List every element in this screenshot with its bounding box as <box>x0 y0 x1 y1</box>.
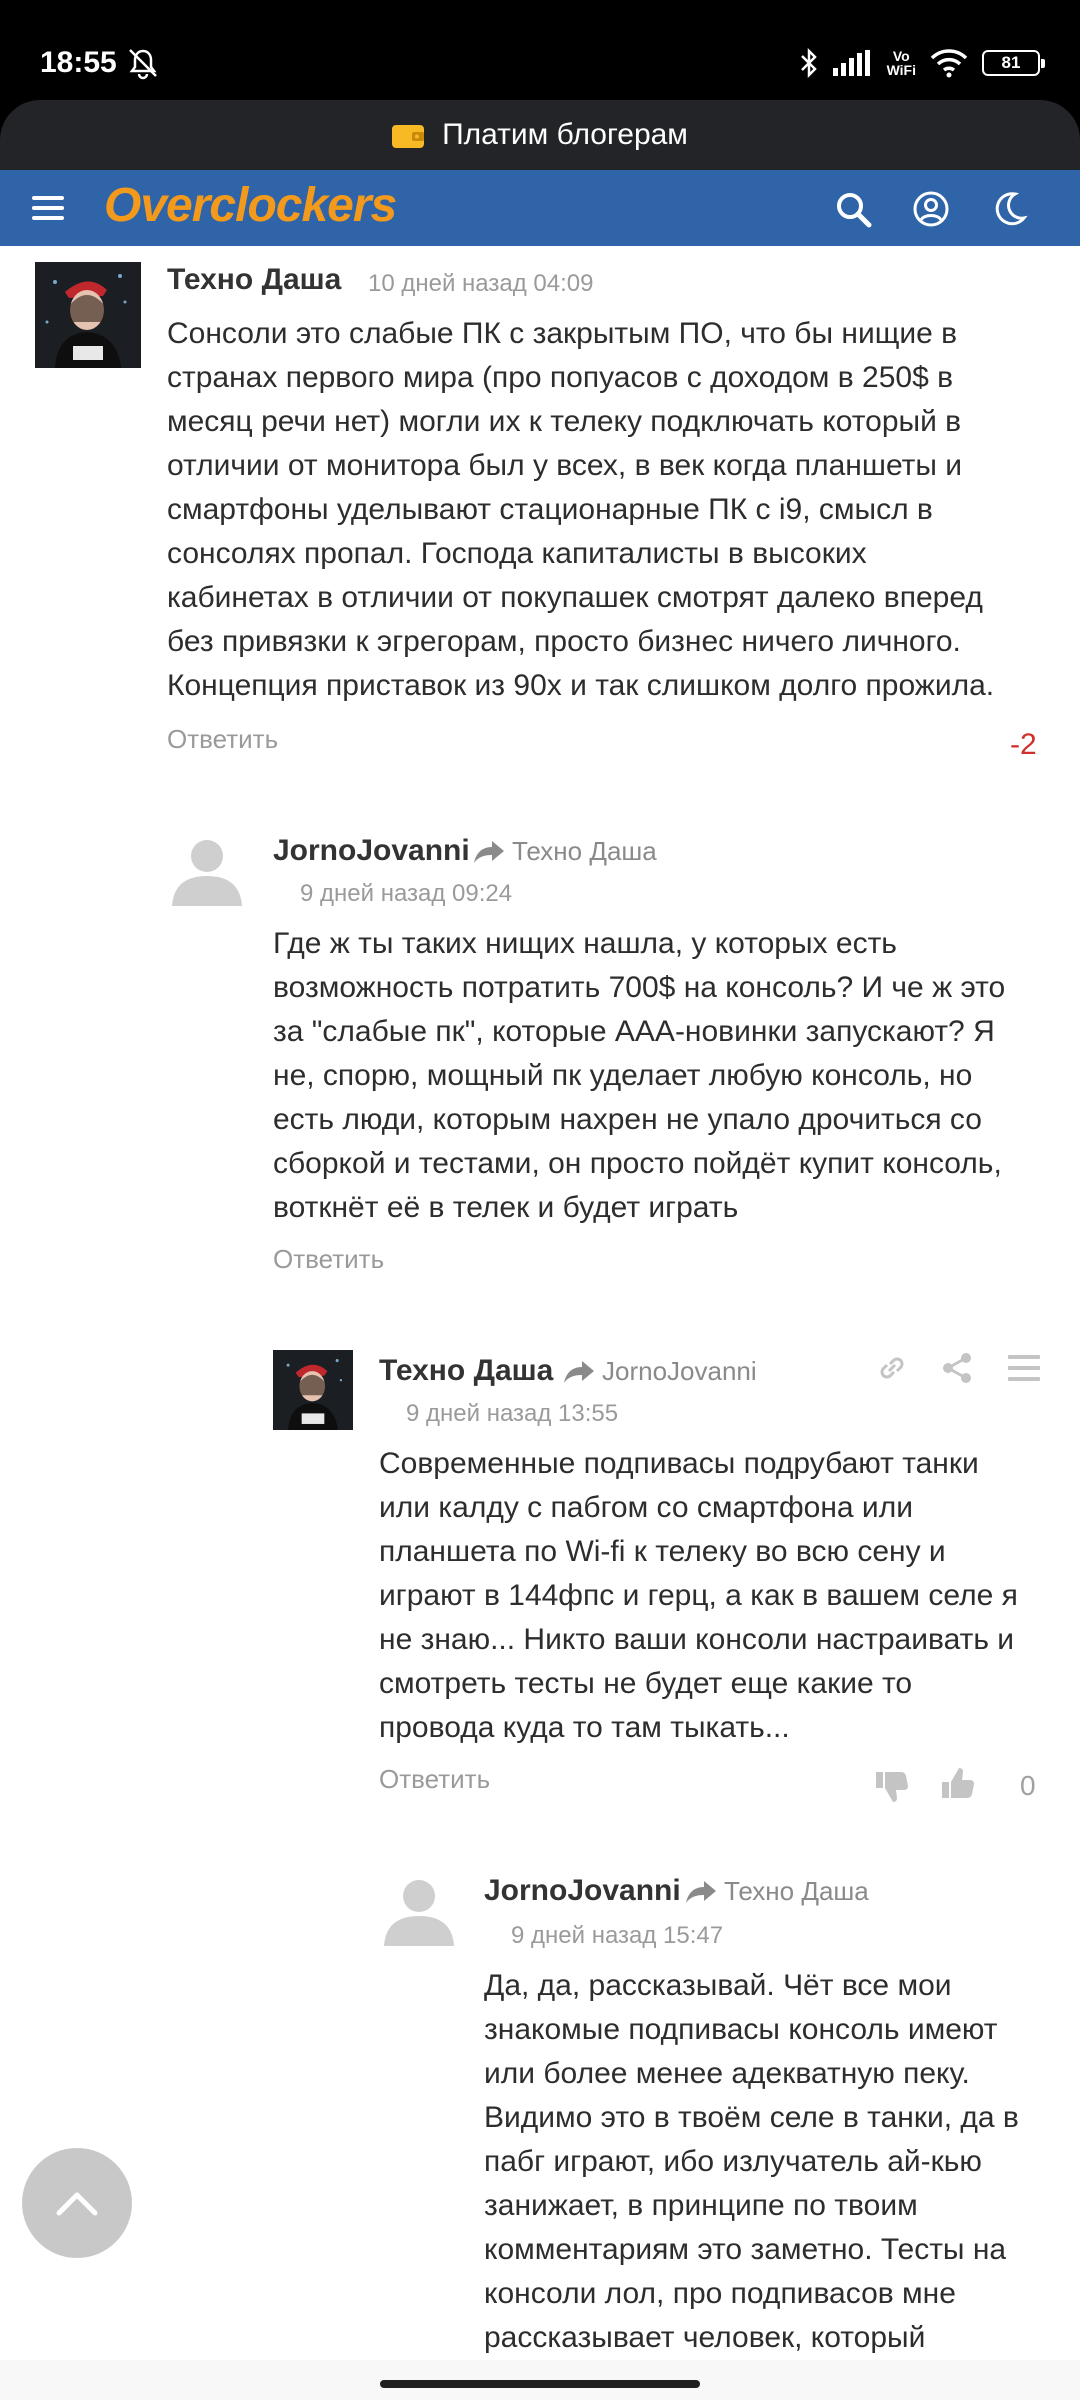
signal-icon <box>832 50 870 76</box>
comment-line: комментариям это заметно. Тесты на <box>484 2233 1007 2266</box>
reply-button[interactable]: Ответить <box>167 724 278 755</box>
reply-to[interactable]: Техно Даша <box>474 836 657 867</box>
comment-date: 9 дней назад 13:55 <box>406 1400 619 1427</box>
comment-line: за "слабые пк", которые ААА-новинки запу… <box>273 1015 995 1048</box>
comment-line: или более менее адекватную пеку. <box>484 2057 970 2090</box>
comment-line: или калду с пабгом со смартфона или <box>379 1491 913 1524</box>
reply-arrow-icon <box>686 1880 716 1903</box>
reply-to-name: Техно Даша <box>724 1876 869 1906</box>
comment-line: консоли лол, про подпивасов мне <box>484 2277 956 2310</box>
comment-line: сборкой и тестами, он просто пойдёт купи… <box>273 1147 1002 1180</box>
comment-line: кабинетах в отличии от покупашек смотрят… <box>167 581 983 614</box>
dislike-icon[interactable] <box>874 1768 910 1804</box>
comment-line: сонсолях пропал. Господа капиталисты в в… <box>167 537 867 570</box>
comment-body: Где ж ты таких нищих нашла, у которых ес… <box>273 922 1005 1230</box>
comment-line: Концепция приставок из 90х и так слишком… <box>167 669 995 702</box>
status-icons: Vo WiFi 81 <box>799 46 1045 80</box>
home-indicator[interactable] <box>380 2380 700 2388</box>
comment-line: Сонсоли это слабые ПК с закрытым ПО, что… <box>167 317 958 350</box>
site-header: Overclockers <box>0 170 1080 246</box>
reply-to[interactable]: JornoJovanni <box>564 1356 757 1387</box>
comment-line: знакомые подпивасы консоль имеют <box>484 2013 998 2046</box>
vowifi-top: Vo <box>892 48 910 64</box>
comment-line: смартфоны уделывают стационарные ПК с i9… <box>167 493 933 526</box>
share-icon[interactable] <box>940 1350 976 1386</box>
scroll-to-top-button[interactable] <box>22 2148 132 2258</box>
comment-author[interactable]: JornoJovanni <box>273 834 470 868</box>
comment-line: возможность потратить 700$ на консоль? И… <box>273 971 1006 1004</box>
status-time: 18:55 <box>40 46 117 79</box>
status-bar: 18:55 Vo WiFi 81 <box>0 0 1080 100</box>
battery-icon: 81 <box>982 50 1045 76</box>
comment-line: занижает, в принципе по твоим <box>484 2189 918 2222</box>
reply-arrow-icon <box>564 1360 594 1383</box>
comment-line: Где ж ты таких нищих нашла, у которых ес… <box>273 927 897 960</box>
comment-line: не знаю... Никто ваши консоли настраиват… <box>379 1623 1015 1656</box>
chevron-up-icon <box>56 2192 98 2216</box>
comment-line: смотреть тесты не будет еще какие то <box>379 1667 913 1700</box>
comment-line: Да, да, рассказывай. Чёт все мои <box>484 1969 952 2002</box>
promo-banner[interactable]: Платим блогерам <box>0 100 1080 170</box>
avatar[interactable] <box>273 1350 353 1430</box>
link-icon[interactable] <box>874 1350 910 1386</box>
screen: 18:55 Vo WiFi 81 Платим блогерам Overclo… <box>0 0 1080 2400</box>
wallet-icon <box>392 125 425 148</box>
comment-line: рассказывает человек, который <box>484 2321 926 2354</box>
comment-date: 9 дней назад 15:47 <box>511 1922 724 1949</box>
comment-author[interactable]: Техно Даша <box>167 263 341 297</box>
comment-author[interactable]: Техно Даша <box>379 1354 553 1388</box>
search-icon[interactable] <box>834 190 872 228</box>
comment-line: Видимо это в твоём селе в танки, да в <box>484 2101 1019 2134</box>
user-icon[interactable] <box>912 190 950 228</box>
comment-body: Да, да, рассказывай. Чёт все мои знакомы… <box>484 1964 1019 2360</box>
comment-body: Сонсоли это слабые ПК с закрытым ПО, что… <box>167 312 994 708</box>
reply-button[interactable]: Ответить <box>379 1764 490 1795</box>
comment-line: без привязки к эгрегорам, просто бизнес … <box>167 625 961 658</box>
default-avatar-icon[interactable] <box>384 1876 454 1946</box>
reply-to-name: JornoJovanni <box>602 1356 757 1386</box>
comment-line: планшета по Wi-fi к телеку во всю сену и <box>379 1535 946 1568</box>
comment-line: провода куда то там тыкать... <box>379 1711 790 1744</box>
comment-line: месяц речи нет) могли их к телеку подклю… <box>167 405 962 438</box>
mute-notifications-icon <box>129 49 157 80</box>
more-menu-icon[interactable] <box>1006 1350 1042 1386</box>
reply-arrow-icon <box>474 840 504 863</box>
battery-level: 81 <box>1001 53 1021 72</box>
bluetooth-icon <box>800 47 817 79</box>
comment-body: Современные подпивасы подрубают танки ил… <box>379 1442 1018 1750</box>
comment-author[interactable]: JornoJovanni <box>484 1874 681 1908</box>
site-logo[interactable]: Overclockers <box>104 178 397 233</box>
avatar[interactable] <box>35 262 141 368</box>
vowifi-icon: Vo WiFi <box>887 49 916 77</box>
default-avatar-icon[interactable] <box>172 836 242 906</box>
wifi-icon <box>930 49 968 78</box>
reply-to-name: Техно Даша <box>512 836 657 866</box>
comment-line: есть люди, которым нахрен не упало дрочи… <box>273 1103 982 1136</box>
comment-line: странах первого мира (про попуасов с дох… <box>167 361 954 394</box>
comment-line: пабг играют, ибо излучатель ай-кью <box>484 2145 982 2178</box>
comment-score: -2 <box>1010 728 1037 761</box>
comment-line: отличии от монитора был у всех, в век ко… <box>167 449 963 482</box>
comment-line: не, спорю, мощный пк уделает любую консо… <box>273 1059 973 1092</box>
like-icon[interactable] <box>940 1766 976 1802</box>
menu-icon[interactable] <box>30 190 66 226</box>
promo-banner-text: Платим блогерам <box>442 118 688 151</box>
vowifi-bottom: WiFi <box>886 62 916 78</box>
comment-date: 10 дней назад 04:09 <box>368 270 594 297</box>
moon-icon[interactable] <box>990 190 1028 228</box>
comment-date: 9 дней назад 09:24 <box>300 880 513 907</box>
reply-button[interactable]: Ответить <box>273 1244 384 1275</box>
comment-score: 0 <box>1020 1770 1036 1801</box>
comment-line: играют в 144фпс и герц, а как в вашем се… <box>379 1579 1018 1612</box>
comment-line: Современные подпивасы подрубают танки <box>379 1447 979 1480</box>
comment-line: воткнёт её в телек и будет играть <box>273 1191 739 1224</box>
reply-to[interactable]: Техно Даша <box>686 1876 869 1907</box>
promo-banner-inner[interactable]: Платим блогерам <box>0 100 1080 170</box>
